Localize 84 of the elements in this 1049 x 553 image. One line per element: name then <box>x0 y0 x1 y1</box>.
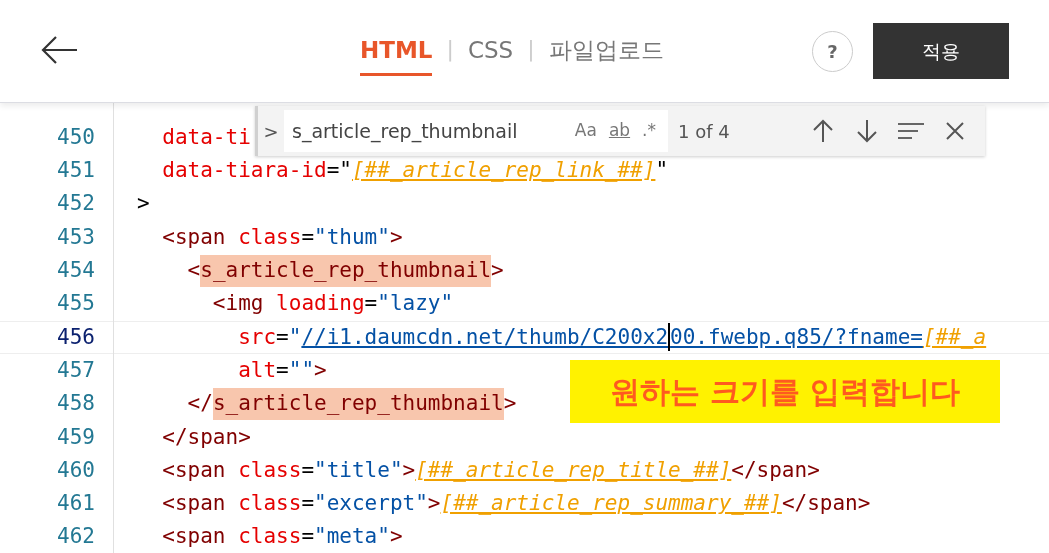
tag-text: <span <box>162 223 226 251</box>
attribute-name: class <box>238 490 302 518</box>
line-number: 460 <box>56 456 96 484</box>
tag-text: </span> <box>731 456 820 484</box>
template-variable: [##_article_rep_summary_##] <box>440 490 782 518</box>
code-punctuation: = <box>301 456 315 484</box>
tag-text: </span> <box>162 423 251 451</box>
find-input-text[interactable]: s_article_rep_thumbnail <box>292 116 575 146</box>
find-in-selection-icon[interactable] <box>897 122 924 140</box>
editor-tab[interactable]: HTML <box>360 25 433 76</box>
attribute-name: class <box>238 523 302 551</box>
match-case-toggle[interactable]: Aa <box>574 118 597 144</box>
string-value: "title" <box>314 456 403 484</box>
line-number: 450 <box>56 123 96 151</box>
tag-text: <span <box>162 456 226 484</box>
code-punctuation: = <box>364 290 378 318</box>
tag-text: > <box>389 223 403 251</box>
back-icon[interactable] <box>40 34 78 65</box>
find-input[interactable]: s_article_rep_thumbnail Aa ab .* <box>284 110 668 152</box>
code-punctuation: > <box>137 190 150 218</box>
url-text: //i1.daumcdn.net/thumb/C200x2 <box>301 323 669 351</box>
match-count: 1 of 4 <box>678 119 730 144</box>
search-match: s_article_rep_thumbnail <box>200 255 492 287</box>
string-value: "excerpt" <box>314 490 428 518</box>
tag-text: <span <box>162 490 226 518</box>
string-value: "" <box>288 356 315 384</box>
line-number: 458 <box>56 390 96 418</box>
template-variable: [##_a <box>922 323 987 351</box>
template-variable: [##_article_rep_title_##] <box>415 456 732 484</box>
code-punctuation: = <box>276 356 289 384</box>
annotation-label: 원하는 크기를 입력합니다 <box>570 360 1000 423</box>
next-match-icon[interactable] <box>855 119 878 143</box>
attribute-name: class <box>238 223 302 251</box>
tag-text: </span> <box>781 490 871 518</box>
apply-button[interactable]: 적용 <box>873 23 1009 79</box>
code-punctuation: = <box>276 323 289 351</box>
tag-text: > <box>503 390 517 418</box>
template-variable: [##_article_rep_link_##] <box>351 157 656 185</box>
tag-text: > <box>402 456 416 484</box>
tag-text: > <box>427 490 441 518</box>
line-number: 462 <box>56 523 96 551</box>
line-number: 456 <box>56 323 96 351</box>
line-number: 455 <box>56 290 96 318</box>
string-value: "lazy" <box>377 290 454 318</box>
tag-text: > <box>314 356 327 384</box>
attribute-name: alt <box>238 356 277 384</box>
attribute-name: class <box>238 456 302 484</box>
tag-text: > <box>389 523 403 551</box>
editor-tab[interactable]: 파일업로드 <box>548 25 664 76</box>
line-number: 452 <box>56 190 96 218</box>
text-cursor <box>668 323 671 352</box>
line-number: 459 <box>56 423 96 451</box>
tab-separator: | <box>527 35 535 64</box>
tag-text: < <box>187 257 201 285</box>
string-value: " <box>288 323 302 351</box>
close-icon[interactable] <box>945 122 964 140</box>
code-punctuation: = <box>301 490 315 518</box>
search-match: s_article_rep_thumbnail <box>212 388 504 420</box>
url-text: 00.fwebp.q85/?fname= <box>670 323 923 351</box>
attribute-name: src <box>238 323 277 351</box>
code-punctuation: " <box>655 157 669 185</box>
code-punctuation: = <box>301 523 315 551</box>
line-number: 454 <box>56 257 96 285</box>
editor-tab[interactable]: CSS <box>467 25 514 76</box>
line-number: 453 <box>56 223 96 251</box>
code-punctuation: =" <box>326 157 352 185</box>
tag-text: <img <box>212 290 264 318</box>
tab-separator: | <box>446 35 454 64</box>
previous-match-icon[interactable] <box>811 119 834 143</box>
line-number: 457 <box>56 356 96 384</box>
regex-toggle[interactable]: .* <box>642 118 656 144</box>
tag-text: <span <box>162 523 226 551</box>
tag-text: > <box>491 257 504 285</box>
string-value: "meta" <box>314 523 390 551</box>
whole-word-toggle[interactable]: ab <box>608 118 631 144</box>
line-number: 461 <box>56 490 96 518</box>
line-number: 451 <box>56 157 96 185</box>
attribute-name: loading <box>276 290 365 318</box>
tag-text: </ <box>187 390 213 418</box>
toggle-replace-button[interactable]: > <box>258 117 284 145</box>
string-value: "thum" <box>314 223 390 251</box>
attribute-name: data-ti <box>162 123 251 151</box>
code-punctuation: = <box>301 223 315 251</box>
attribute-name: data-tiara-id <box>162 157 327 185</box>
